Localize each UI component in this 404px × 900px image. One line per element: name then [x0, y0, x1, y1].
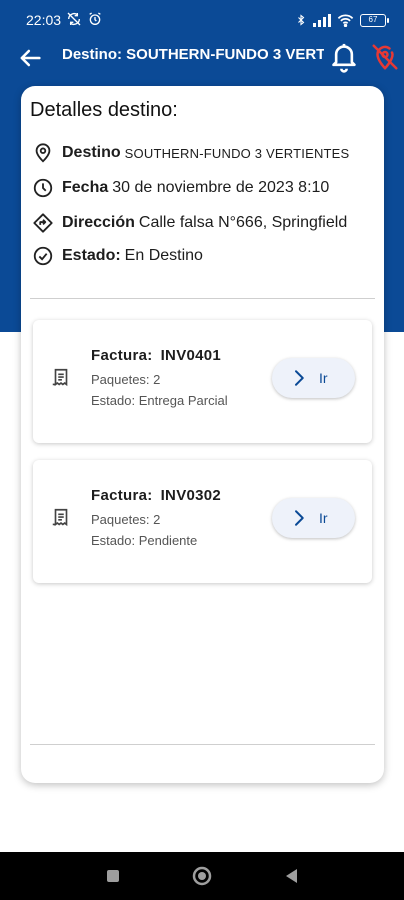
- invoice-card: Factura: INV0302 Paquetes: 2 Estado: Pend…: [33, 460, 372, 583]
- direccion-row: Dirección Calle falsa N°666, Springfield: [32, 212, 347, 234]
- invoice-label: Factura:: [91, 487, 153, 504]
- app-bar: Destino: SOUTHERN-FUNDO 3 VERTIENTES: [0, 40, 404, 76]
- square-icon: [107, 870, 119, 882]
- invoice-title: Factura: INV0302: [91, 487, 221, 504]
- destino-row: Destino SOUTHERN-FUNDO 3 VERTIENTES: [32, 142, 349, 164]
- wifi-icon: [337, 14, 354, 27]
- chevron-right-icon: [295, 370, 304, 386]
- estado-label: Estado:: [62, 247, 121, 264]
- direccion-label: Dirección: [62, 214, 135, 231]
- invoice-status: Estado: Entrega Parcial: [91, 393, 228, 408]
- clock-icon: [33, 178, 53, 198]
- status-bar: 22:03 67: [0, 0, 404, 40]
- destino-label: Destino: [62, 144, 121, 161]
- status-time: 22:03: [26, 12, 62, 28]
- go-button-label: Ir: [319, 370, 328, 386]
- estado-value: En Destino: [124, 247, 203, 264]
- location-off-button[interactable]: [370, 42, 400, 74]
- nav-back-button[interactable]: [280, 864, 304, 888]
- direccion-value: Calle falsa N°666, Springfield: [138, 214, 348, 231]
- go-button[interactable]: Ir: [272, 358, 355, 398]
- invoice-packages: Paquetes: 2: [91, 512, 161, 527]
- page-title: Destino: SOUTHERN-FUNDO 3 VERTIENTES: [62, 46, 324, 63]
- signal-icon: [313, 13, 331, 27]
- destino-value: SOUTHERN-FUNDO 3 VERTIENTES: [124, 145, 350, 161]
- invoice-title: Factura: INV0401: [91, 347, 221, 364]
- status-left-icons: [66, 11, 103, 27]
- home-button[interactable]: [190, 864, 214, 888]
- divider: [30, 744, 375, 745]
- bell-icon: [332, 43, 356, 73]
- destination-card: Detalles destino: Destino SOUTHERN-FUNDO…: [21, 86, 384, 783]
- location-pin-icon: [35, 143, 51, 163]
- screen: 22:03 67 Destino: SOUTHERN-FUNDO 3 VERTI…: [0, 0, 404, 900]
- invoice-number: INV0302: [160, 487, 222, 504]
- check-circle-icon: [33, 246, 53, 266]
- invoice-status: Estado: Pendiente: [91, 533, 198, 548]
- invoice-packages: Paquetes: 2: [91, 372, 161, 387]
- status-right-icons: 67: [295, 13, 389, 27]
- alarm-icon: [89, 12, 101, 25]
- details-heading: Detalles destino:: [30, 99, 178, 121]
- fecha-row: Fecha 30 de noviembre de 2023 8:10: [32, 177, 329, 199]
- circle-icon: [192, 866, 212, 886]
- sync-off-icon: [67, 12, 81, 26]
- fecha-label: Fecha: [62, 179, 109, 196]
- battery-indicator: 67: [360, 13, 389, 27]
- directions-icon: [33, 213, 53, 233]
- invoice-card: Factura: INV0401 Paquetes: 2 Estado: Entr…: [33, 320, 372, 443]
- recents-button[interactable]: [101, 864, 125, 888]
- estado-row: Estado: En Destino: [32, 245, 203, 267]
- notifications-button[interactable]: [328, 40, 360, 76]
- back-button[interactable]: [16, 44, 44, 72]
- receipt-icon: [52, 368, 68, 387]
- receipt-icon: [52, 508, 68, 527]
- arrow-back-icon: [20, 49, 41, 67]
- invoice-number: INV0401: [160, 347, 222, 364]
- location-off-icon: [372, 44, 398, 70]
- system-nav-bar: [0, 852, 404, 900]
- bluetooth-icon: [298, 14, 305, 26]
- fecha-value: 30 de noviembre de 2023 8:10: [112, 179, 330, 196]
- divider: [30, 298, 375, 299]
- go-button[interactable]: Ir: [272, 498, 355, 538]
- triangle-back-icon: [286, 869, 297, 883]
- go-button-label: Ir: [319, 510, 328, 526]
- invoice-label: Factura:: [91, 347, 153, 364]
- chevron-right-icon: [295, 510, 304, 526]
